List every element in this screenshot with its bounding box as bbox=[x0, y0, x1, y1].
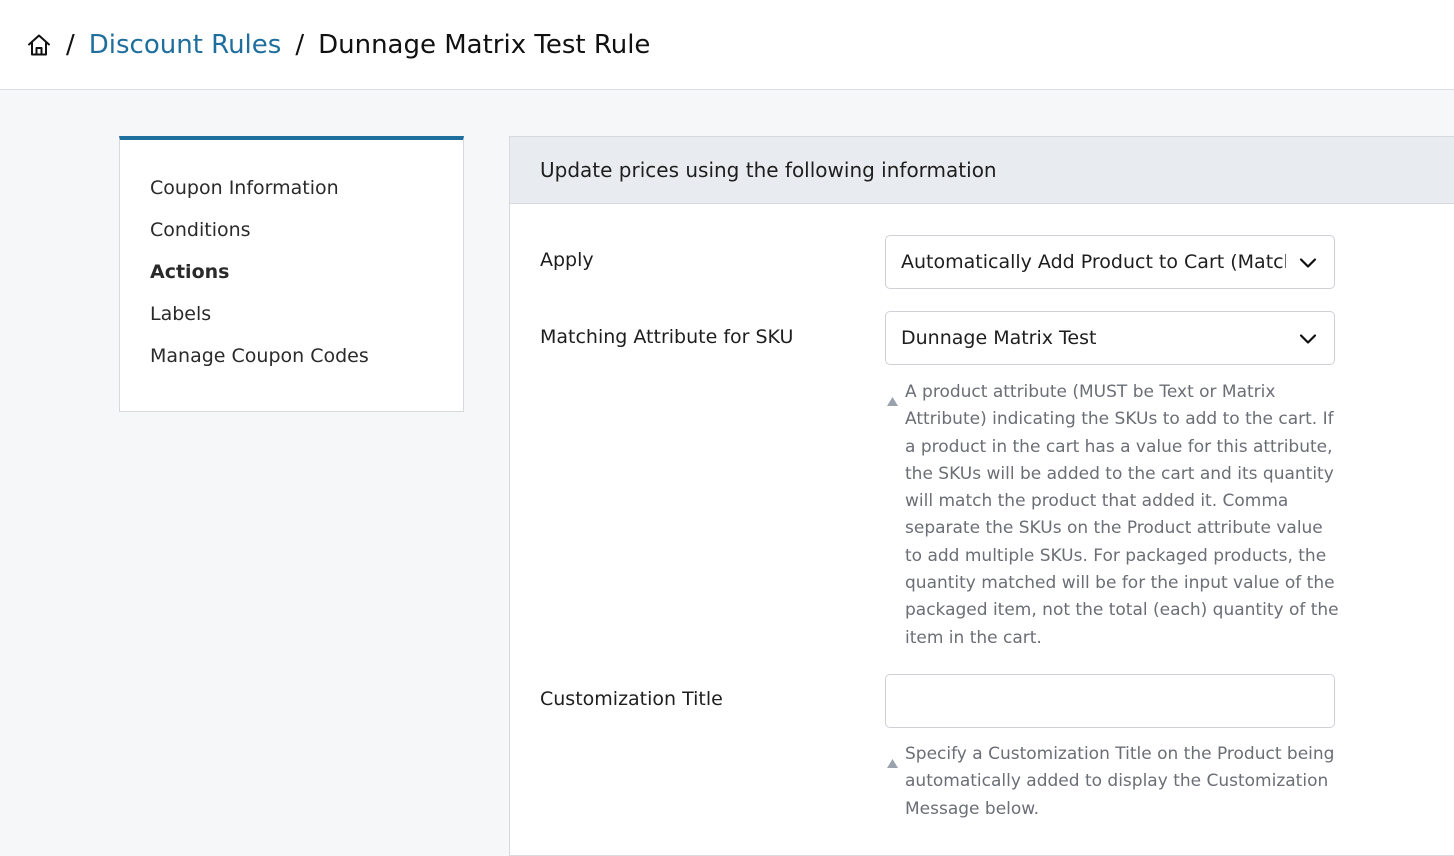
nav-item-coupon-information[interactable]: Coupon Information bbox=[120, 174, 463, 216]
chevron-down-icon bbox=[1299, 258, 1317, 268]
nav-item-manage-coupon-codes[interactable]: Manage Coupon Codes bbox=[120, 342, 463, 384]
customization-title-label: Customization Title bbox=[540, 688, 723, 710]
nav-item-actions[interactable]: Actions bbox=[120, 258, 463, 300]
home-icon[interactable] bbox=[26, 32, 52, 58]
breadcrumb: / Discount Rules / Dunnage Matrix Test R… bbox=[26, 30, 650, 60]
section-nav: Coupon Information Conditions Actions La… bbox=[119, 136, 464, 412]
matching-attribute-help-text: A product attribute (MUST be Text or Mat… bbox=[905, 382, 1339, 648]
matching-attribute-select-value: Dunnage Matrix Test bbox=[901, 327, 1097, 349]
breadcrumb-current-page: Dunnage Matrix Test Rule bbox=[318, 29, 651, 60]
actions-panel: Update prices using the following inform… bbox=[509, 136, 1454, 856]
apply-select-value: Automatically Add Product to Cart (Match bbox=[901, 251, 1286, 273]
matching-attribute-select[interactable]: Dunnage Matrix Test bbox=[885, 311, 1335, 365]
caret-up-icon bbox=[885, 379, 905, 652]
top-bar: / Discount Rules / Dunnage Matrix Test R… bbox=[0, 0, 1454, 90]
apply-select[interactable]: Automatically Add Product to Cart (Match bbox=[885, 235, 1335, 289]
breadcrumb-discount-rules-link[interactable]: Discount Rules bbox=[89, 30, 282, 60]
customization-title-help: Specify a Customization Title on the Pro… bbox=[885, 741, 1345, 823]
matching-attribute-label: Matching Attribute for SKU bbox=[540, 326, 794, 348]
caret-up-icon bbox=[885, 741, 905, 823]
breadcrumb-separator: / bbox=[295, 29, 305, 60]
customization-title-help-text: Specify a Customization Title on the Pro… bbox=[905, 744, 1335, 819]
matching-attribute-help: A product attribute (MUST be Text or Mat… bbox=[885, 379, 1345, 652]
breadcrumb-separator: / bbox=[66, 29, 75, 60]
panel-header: Update prices using the following inform… bbox=[510, 137, 1454, 204]
chevron-down-icon bbox=[1299, 334, 1317, 344]
nav-item-labels[interactable]: Labels bbox=[120, 300, 463, 342]
customization-title-input[interactable] bbox=[885, 674, 1335, 728]
nav-item-conditions[interactable]: Conditions bbox=[120, 216, 463, 258]
apply-label: Apply bbox=[540, 249, 594, 271]
